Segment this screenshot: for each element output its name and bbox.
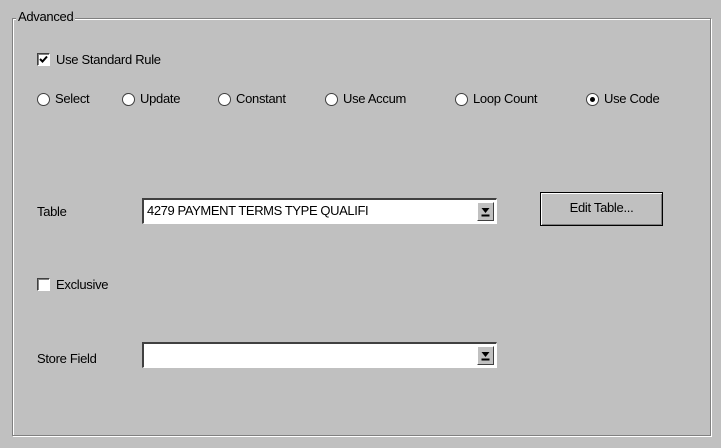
radio-select[interactable] xyxy=(37,93,50,106)
table-dropdown-value: 4279 PAYMENT TERMS TYPE QUALIFI xyxy=(147,203,369,218)
dropdown-arrow-icon xyxy=(481,352,490,361)
radio-constant-label: Constant xyxy=(236,91,286,106)
check-icon xyxy=(39,55,48,63)
radio-constant[interactable] xyxy=(218,93,231,106)
radio-use-code-label: Use Code xyxy=(604,91,660,106)
radio-use-code[interactable] xyxy=(586,93,599,106)
store-field-dropdown[interactable] xyxy=(142,342,497,368)
radio-loop-count-label: Loop Count xyxy=(473,91,538,106)
radio-loop-count[interactable] xyxy=(455,93,468,106)
use-standard-rule-checkbox[interactable] xyxy=(37,53,50,66)
use-standard-rule-label: Use Standard Rule xyxy=(56,52,161,67)
radio-use-accum[interactable] xyxy=(325,93,338,106)
table-dropdown[interactable]: 4279 PAYMENT TERMS TYPE QUALIFI xyxy=(142,198,497,224)
edit-table-button[interactable]: Edit Table... xyxy=(540,192,663,226)
group-title: Advanced xyxy=(16,9,76,25)
radio-update-label: Update xyxy=(140,91,181,106)
radio-select-label: Select xyxy=(55,91,90,106)
table-label: Table xyxy=(37,204,67,219)
advanced-groupbox xyxy=(12,18,711,436)
store-field-label: Store Field xyxy=(37,351,97,366)
table-dropdown-button[interactable] xyxy=(477,202,494,221)
radio-update[interactable] xyxy=(122,93,135,106)
radio-use-accum-label: Use Accum xyxy=(343,91,407,106)
exclusive-checkbox[interactable] xyxy=(37,278,50,291)
exclusive-label: Exclusive xyxy=(56,277,109,292)
dropdown-arrow-icon xyxy=(481,208,490,217)
store-field-dropdown-button[interactable] xyxy=(477,346,494,365)
